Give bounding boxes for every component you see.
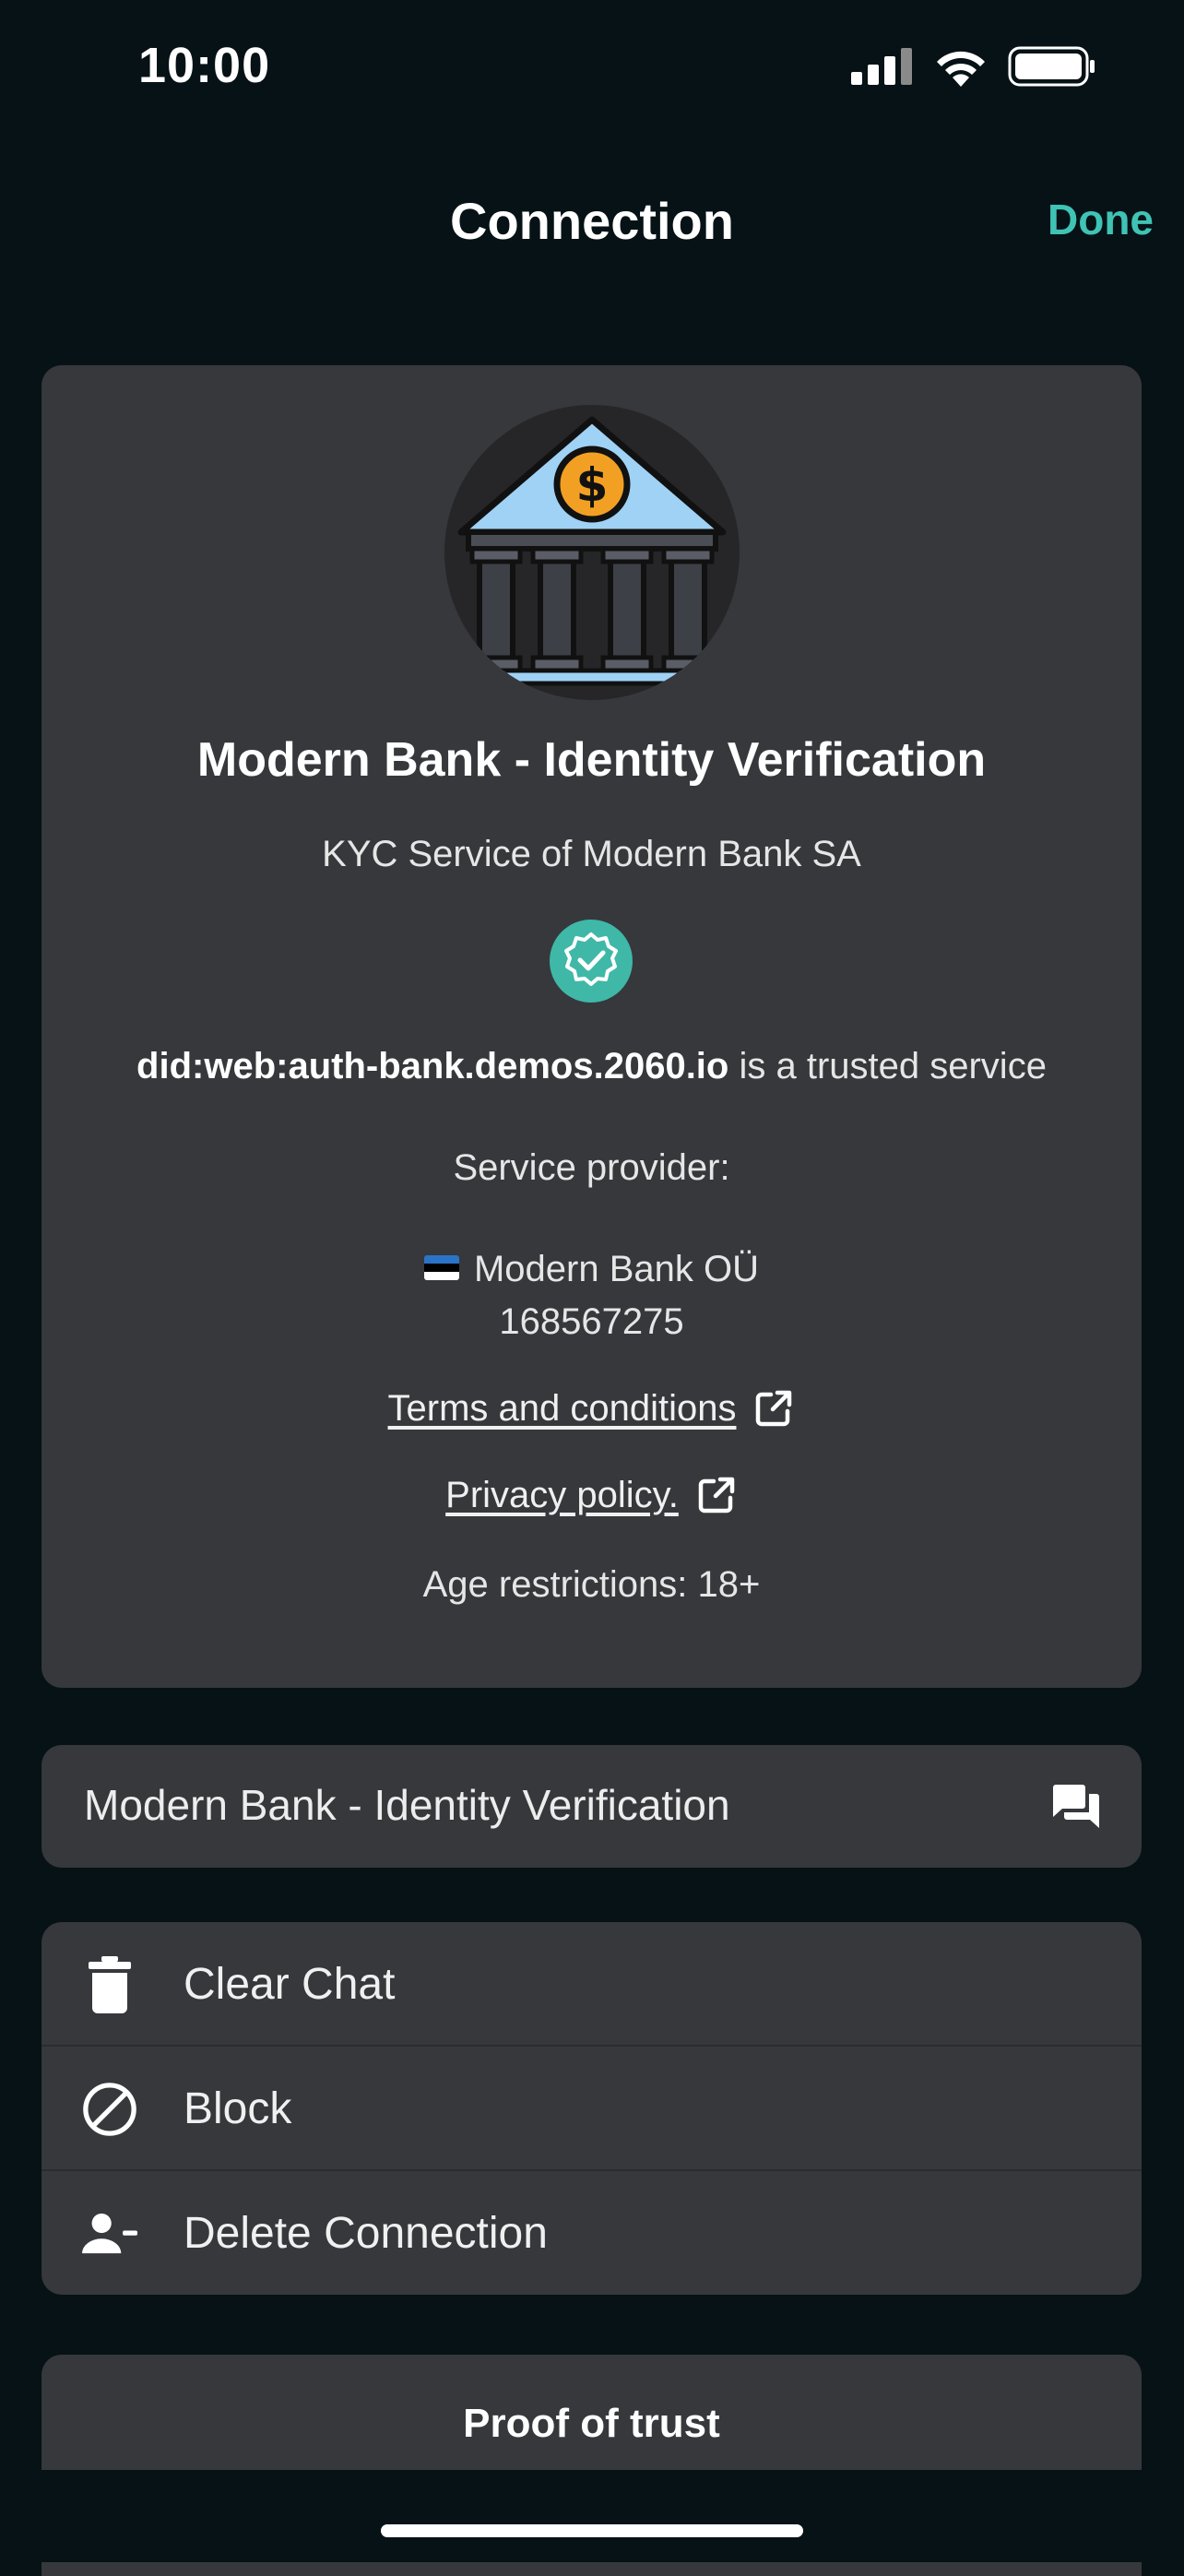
connection-info-card: $ Modern Bank - Identity Verification KY… [41, 365, 1142, 1688]
service-provider-label: Service provider: [453, 1147, 730, 1188]
did-identifier: did:web:auth-bank.demos.2060.io [136, 1046, 729, 1086]
status-bar: 10:00 [0, 0, 1184, 138]
block-button[interactable]: Block [41, 2047, 1142, 2170]
trusted-service-text: is a trusted service [739, 1046, 1047, 1086]
verified-badge-icon [550, 920, 633, 1003]
block-icon [82, 2082, 137, 2137]
status-icons [851, 46, 1096, 87]
connection-title: Modern Bank - Identity Verification [196, 733, 987, 787]
delete-connection-button[interactable]: Delete Connection [41, 2171, 1142, 2295]
privacy-policy-link[interactable]: Privacy policy. [41, 1474, 1142, 1516]
provider-name-text: Modern Bank OÜ [473, 1249, 760, 1289]
service-provider-name: Modern Bank OÜ [41, 1249, 1142, 1290]
connection-subtitle: KYC Service of Modern Bank SA [322, 834, 861, 874]
svg-text:$: $ [576, 458, 609, 512]
bank-icon: $ [456, 416, 728, 686]
block-label: Block [184, 2084, 292, 2133]
age-restriction: Age restrictions: 18+ [422, 1564, 761, 1605]
external-link-icon [698, 1477, 735, 1514]
done-button[interactable]: Done [1048, 195, 1154, 244]
proof-of-trust-title: Proof of trust [463, 2401, 720, 2446]
clear-chat-label: Clear Chat [184, 1960, 396, 2009]
clear-chat-button[interactable]: Clear Chat [41, 1922, 1142, 2046]
trusted-service-line: did:web:auth-bank.demos.2060.io is a tru… [41, 1046, 1142, 1087]
trash-icon [82, 1956, 137, 2013]
battery-icon [1008, 46, 1095, 87]
signal-icon [851, 48, 912, 85]
terms-and-conditions-link[interactable]: Terms and conditions [41, 1387, 1142, 1430]
estonia-flag-icon [423, 1254, 459, 1280]
privacy-label: Privacy policy. [445, 1474, 679, 1515]
chat-row[interactable]: Modern Bank - Identity Verification [41, 1745, 1142, 1868]
terms-label: Terms and conditions [387, 1387, 737, 1429]
status-time: 10:00 [138, 38, 271, 93]
bank-logo: $ [444, 405, 740, 700]
delete-connection-label: Delete Connection [184, 2209, 548, 2258]
actions-list: Clear Chat Block Delete Connection [41, 1922, 1142, 2295]
chat-label: Modern Bank - Identity Verification [84, 1781, 730, 1829]
remove-user-icon [82, 2206, 137, 2261]
bottom-area [0, 2470, 1184, 2562]
navigation-bar: Connection Done [0, 171, 1184, 272]
page-title: Connection [450, 192, 734, 250]
home-indicator[interactable] [381, 2524, 803, 2537]
external-link-icon [756, 1390, 792, 1427]
service-provider-id: 168567275 [499, 1301, 684, 1342]
chat-icon [1053, 1785, 1099, 1828]
wifi-icon [937, 51, 985, 87]
